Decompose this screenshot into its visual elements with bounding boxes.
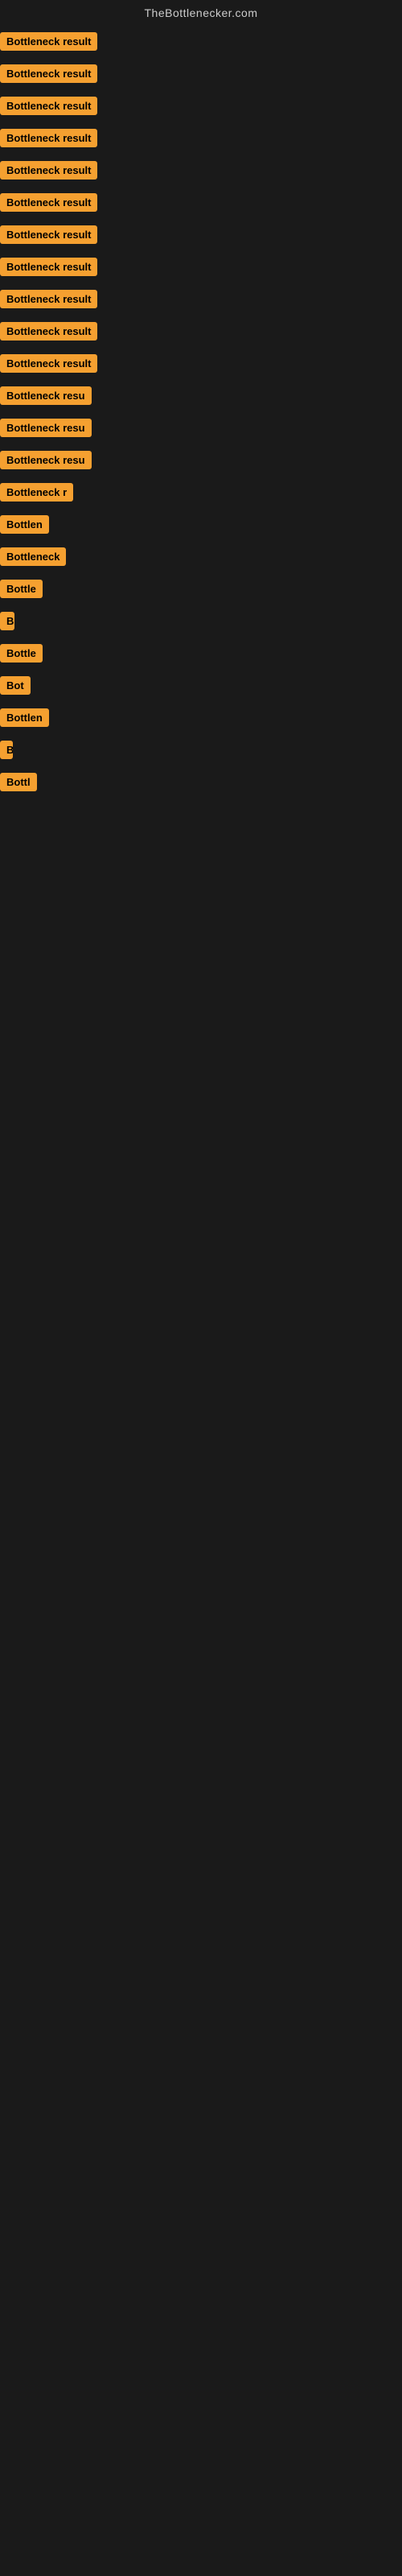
bottleneck-badge-6[interactable]: Bottleneck result <box>0 193 97 212</box>
result-item-10: Bottleneck result <box>0 322 402 354</box>
bottleneck-badge-3[interactable]: Bottleneck result <box>0 97 97 115</box>
result-item-12: Bottleneck resu <box>0 386 402 419</box>
result-item-18: Bottle <box>0 580 402 612</box>
bottleneck-badge-2[interactable]: Bottleneck result <box>0 64 97 83</box>
bottleneck-badge-10[interactable]: Bottleneck result <box>0 322 97 341</box>
result-item-21: Bot <box>0 676 402 708</box>
bottleneck-badge-24[interactable]: Bottl <box>0 773 37 791</box>
result-item-2: Bottleneck result <box>0 64 402 97</box>
bottleneck-badge-11[interactable]: Bottleneck result <box>0 354 97 373</box>
result-item-14: Bottleneck resu <box>0 451 402 483</box>
result-item-6: Bottleneck result <box>0 193 402 225</box>
result-item-1: Bottleneck result <box>0 23 402 64</box>
bottleneck-badge-22[interactable]: Bottlen <box>0 708 49 727</box>
bottleneck-badge-21[interactable]: Bot <box>0 676 31 695</box>
bottleneck-badge-13[interactable]: Bottleneck resu <box>0 419 92 437</box>
result-item-7: Bottleneck result <box>0 225 402 258</box>
bottleneck-badge-23[interactable]: B <box>0 741 13 759</box>
result-item-11: Bottleneck result <box>0 354 402 386</box>
bottleneck-badge-9[interactable]: Bottleneck result <box>0 290 97 308</box>
result-item-20: Bottle <box>0 644 402 676</box>
result-item-23: B <box>0 741 402 773</box>
bottleneck-badge-7[interactable]: Bottleneck result <box>0 225 97 244</box>
result-item-24: Bottl <box>0 773 402 805</box>
bottleneck-badge-20[interactable]: Bottle <box>0 644 43 663</box>
result-item-16: Bottlen <box>0 515 402 547</box>
result-item-17: Bottleneck <box>0 547 402 580</box>
bottleneck-badge-8[interactable]: Bottleneck result <box>0 258 97 276</box>
result-item-9: Bottleneck result <box>0 290 402 322</box>
result-item-5: Bottleneck result <box>0 161 402 193</box>
bottleneck-badge-15[interactable]: Bottleneck r <box>0 483 73 502</box>
result-item-19: B <box>0 612 402 644</box>
result-item-22: Bottlen <box>0 708 402 741</box>
bottleneck-badge-19[interactable]: B <box>0 612 14 630</box>
bottleneck-badge-1[interactable]: Bottleneck result <box>0 32 97 51</box>
result-item-3: Bottleneck result <box>0 97 402 129</box>
result-item-4: Bottleneck result <box>0 129 402 161</box>
bottleneck-badge-18[interactable]: Bottle <box>0 580 43 598</box>
results-container: Bottleneck result Bottleneck result Bottle… <box>0 23 402 805</box>
result-item-15: Bottleneck r <box>0 483 402 515</box>
bottleneck-badge-12[interactable]: Bottleneck resu <box>0 386 92 405</box>
bottleneck-badge-14[interactable]: Bottleneck resu <box>0 451 92 469</box>
bottleneck-badge-5[interactable]: Bottleneck result <box>0 161 97 180</box>
bottleneck-badge-4[interactable]: Bottleneck result <box>0 129 97 147</box>
result-item-8: Bottleneck result <box>0 258 402 290</box>
bottleneck-badge-16[interactable]: Bottlen <box>0 515 49 534</box>
result-item-13: Bottleneck resu <box>0 419 402 451</box>
bottleneck-badge-17[interactable]: Bottleneck <box>0 547 66 566</box>
site-title: TheBottlenecker.com <box>0 0 402 23</box>
